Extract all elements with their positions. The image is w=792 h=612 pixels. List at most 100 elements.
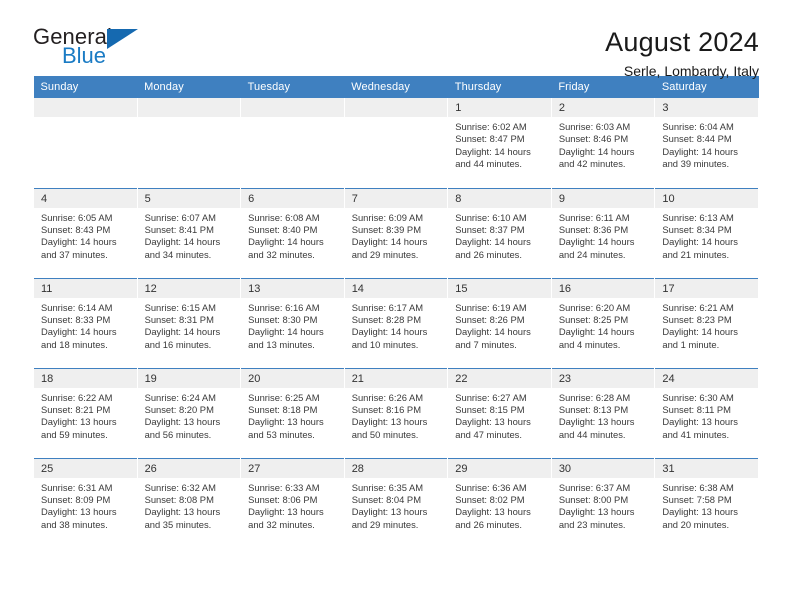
calendar-day-cell[interactable]: 7 Sunrise: 6:09 AM Sunset: 8:39 PM Daylight… <box>343 187 449 278</box>
daylight-text: Daylight: 13 hours and 41 minutes. <box>662 416 738 440</box>
sunset-text: Sunset: 8:26 PM <box>455 313 525 325</box>
day-number: 13 <box>241 278 344 298</box>
calendar-day-cell[interactable]: 6 Sunrise: 6:08 AM Sunset: 8:40 PM Daylight… <box>240 187 345 278</box>
day-number <box>34 98 137 117</box>
day-number: 15 <box>448 278 551 298</box>
calendar-day-cell[interactable]: 18 Sunrise: 6:22 AM Sunset: 8:21 PM Dayligh… <box>33 367 138 458</box>
day-number: 3 <box>655 98 758 117</box>
day-details: Sunrise: 6:04 AM Sunset: 8:44 PM Daylight:… <box>655 117 758 171</box>
day-details: Sunrise: 6:05 AM Sunset: 8:43 PM Daylight:… <box>34 208 137 262</box>
day-details: Sunrise: 6:20 AM Sunset: 8:25 PM Daylight:… <box>552 298 655 352</box>
title-block: August 2024 Serle, Lombardy, Italy <box>605 26 759 79</box>
day-number: 11 <box>34 278 137 298</box>
daylight-text: Daylight: 13 hours and 26 minutes. <box>455 506 531 530</box>
calendar-day-cell[interactable]: 15 Sunrise: 6:19 AM Sunset: 8:26 PM Dayligh… <box>447 277 552 368</box>
sunrise-text: Sunrise: 6:27 AM <box>455 391 527 403</box>
calendar-week-row: 11 Sunrise: 6:14 AM Sunset: 8:33 PM Dayligh… <box>33 277 759 368</box>
calendar-day-cell[interactable]: 12 Sunrise: 6:15 AM Sunset: 8:31 PM Dayligh… <box>136 277 242 368</box>
sunset-text: Sunset: 8:33 PM <box>41 313 111 325</box>
calendar-day-cell[interactable]: 29 Sunrise: 6:36 AM Sunset: 8:02 PM Dayligh… <box>447 457 552 548</box>
calendar-cell-empty <box>240 98 345 188</box>
day-details: Sunrise: 6:08 AM Sunset: 8:40 PM Daylight:… <box>241 208 344 262</box>
calendar-day-cell[interactable]: 2 Sunrise: 6:03 AM Sunset: 8:46 PM Daylight… <box>550 98 656 188</box>
day-number <box>241 98 344 117</box>
sunset-text: Sunset: 8:16 PM <box>351 403 421 415</box>
calendar-day-cell[interactable]: 26 Sunrise: 6:32 AM Sunset: 8:08 PM Dayligh… <box>136 457 242 548</box>
calendar-day-cell[interactable]: 19 Sunrise: 6:24 AM Sunset: 8:20 PM Dayligh… <box>136 367 242 458</box>
day-number: 27 <box>241 458 344 478</box>
sunset-text: Sunset: 8:34 PM <box>662 223 732 235</box>
day-number <box>344 98 448 117</box>
sunrise-text: Sunrise: 6:28 AM <box>558 391 631 403</box>
calendar-day-cell[interactable]: 25 Sunrise: 6:31 AM Sunset: 8:09 PM Dayligh… <box>33 457 138 548</box>
sunset-text: Sunset: 8:40 PM <box>248 223 318 235</box>
daylight-text: Daylight: 13 hours and 44 minutes. <box>558 416 635 440</box>
day-details: Sunrise: 6:24 AM Sunset: 8:20 PM Daylight:… <box>138 388 241 442</box>
daylight-text: Daylight: 14 hours and 7 minutes. <box>455 326 531 350</box>
daylight-text: Daylight: 14 hours and 10 minutes. <box>351 326 428 350</box>
sunrise-text: Sunrise: 6:20 AM <box>558 301 631 313</box>
daylight-text: Daylight: 13 hours and 32 minutes. <box>248 506 324 530</box>
sunrise-text: Sunrise: 6:31 AM <box>41 481 113 493</box>
calendar-day-cell[interactable]: 20 Sunrise: 6:25 AM Sunset: 8:18 PM Dayligh… <box>240 367 345 458</box>
calendar-day-cell[interactable]: 28 Sunrise: 6:35 AM Sunset: 8:04 PM Dayligh… <box>343 457 449 548</box>
calendar-day-cell[interactable]: 22 Sunrise: 6:27 AM Sunset: 8:15 PM Dayligh… <box>447 367 552 458</box>
daylight-text: Daylight: 14 hours and 32 minutes. <box>248 236 324 260</box>
calendar-week-row: 18 Sunrise: 6:22 AM Sunset: 8:21 PM Dayligh… <box>33 367 759 458</box>
sunrise-text: Sunrise: 6:07 AM <box>144 211 216 223</box>
calendar-day-cell[interactable]: 3 Sunrise: 6:04 AM Sunset: 8:44 PM Daylight… <box>654 98 759 188</box>
calendar-day-cell[interactable]: 27 Sunrise: 6:33 AM Sunset: 8:06 PM Dayligh… <box>240 457 345 548</box>
calendar-week-row: 4 Sunrise: 6:05 AM Sunset: 8:43 PM Daylight… <box>33 187 759 278</box>
day-details: Sunrise: 6:02 AM Sunset: 8:47 PM Daylight:… <box>448 117 551 171</box>
calendar-day-cell[interactable]: 14 Sunrise: 6:17 AM Sunset: 8:28 PM Dayligh… <box>343 277 449 368</box>
day-number: 14 <box>344 278 448 298</box>
weekday-header-thursday: Thursday <box>447 76 552 98</box>
daylight-text: Daylight: 14 hours and 26 minutes. <box>455 236 531 260</box>
sunrise-text: Sunrise: 6:10 AM <box>455 211 527 223</box>
calendar-page: General Blue August 2024 Serle, Lombardy… <box>0 0 792 612</box>
day-details: Sunrise: 6:07 AM Sunset: 8:41 PM Daylight:… <box>138 208 241 262</box>
calendar-day-cell[interactable]: 17 Sunrise: 6:21 AM Sunset: 8:23 PM Dayligh… <box>654 277 759 368</box>
calendar-day-cell[interactable]: 10 Sunrise: 6:13 AM Sunset: 8:34 PM Dayligh… <box>654 187 759 278</box>
calendar-day-cell[interactable]: 11 Sunrise: 6:14 AM Sunset: 8:33 PM Dayligh… <box>33 277 138 368</box>
calendar-day-cell[interactable]: 8 Sunrise: 6:10 AM Sunset: 8:37 PM Daylight… <box>447 187 552 278</box>
daylight-text: Daylight: 13 hours and 38 minutes. <box>41 506 117 530</box>
calendar-day-cell[interactable]: 5 Sunrise: 6:07 AM Sunset: 8:41 PM Daylight… <box>136 187 242 278</box>
triangle-icon <box>107 29 138 49</box>
daylight-text: Daylight: 14 hours and 4 minutes. <box>558 326 635 350</box>
daylight-text: Daylight: 14 hours and 21 minutes. <box>662 236 738 260</box>
calendar-week-row: 1 Sunrise: 6:02 AM Sunset: 8:47 PM Daylight… <box>33 98 759 188</box>
weekday-header-saturday: Saturday <box>654 76 759 98</box>
calendar-day-cell[interactable]: 1 Sunrise: 6:02 AM Sunset: 8:47 PM Daylight… <box>447 98 552 188</box>
day-details: Sunrise: 6:21 AM Sunset: 8:23 PM Daylight:… <box>655 298 758 352</box>
calendar-day-cell[interactable]: 24 Sunrise: 6:30 AM Sunset: 8:11 PM Dayligh… <box>654 367 759 458</box>
daylight-text: Daylight: 13 hours and 47 minutes. <box>455 416 531 440</box>
day-number: 21 <box>344 368 448 388</box>
day-number: 6 <box>241 188 344 208</box>
calendar-day-cell[interactable]: 4 Sunrise: 6:05 AM Sunset: 8:43 PM Daylight… <box>33 187 138 278</box>
calendar-day-cell[interactable]: 13 Sunrise: 6:16 AM Sunset: 8:30 PM Dayligh… <box>240 277 345 368</box>
brand-logo[interactable]: General Blue <box>33 26 151 74</box>
day-number: 20 <box>241 368 344 388</box>
sunset-text: Sunset: 8:25 PM <box>558 313 629 325</box>
day-details: Sunrise: 6:17 AM Sunset: 8:28 PM Daylight:… <box>345 298 448 352</box>
day-details: Sunrise: 6:03 AM Sunset: 8:46 PM Daylight:… <box>552 117 655 171</box>
day-details: Sunrise: 6:19 AM Sunset: 8:26 PM Daylight:… <box>448 298 551 352</box>
weekday-header-monday: Monday <box>137 76 241 98</box>
sunset-text: Sunset: 8:00 PM <box>558 493 629 505</box>
page-title: August 2024 <box>605 27 759 57</box>
sunset-text: Sunset: 8:08 PM <box>144 493 214 505</box>
calendar-day-cell[interactable]: 16 Sunrise: 6:20 AM Sunset: 8:25 PM Dayligh… <box>550 277 656 368</box>
day-number: 9 <box>551 188 655 208</box>
daylight-text: Daylight: 14 hours and 44 minutes. <box>455 145 531 170</box>
daylight-text: Daylight: 14 hours and 37 minutes. <box>41 236 117 260</box>
calendar-cell-empty <box>136 98 242 188</box>
day-details: Sunrise: 6:13 AM Sunset: 8:34 PM Daylight:… <box>655 208 758 262</box>
calendar-day-cell[interactable]: 9 Sunrise: 6:11 AM Sunset: 8:36 PM Daylight… <box>550 187 656 278</box>
calendar-day-cell[interactable]: 23 Sunrise: 6:28 AM Sunset: 8:13 PM Dayligh… <box>550 367 656 458</box>
sunrise-text: Sunrise: 6:08 AM <box>248 211 320 223</box>
calendar-day-cell[interactable]: 30 Sunrise: 6:37 AM Sunset: 8:00 PM Dayligh… <box>550 457 656 548</box>
calendar-day-cell[interactable]: 21 Sunrise: 6:26 AM Sunset: 8:16 PM Dayligh… <box>343 367 449 458</box>
calendar-day-cell[interactable]: 31 Sunrise: 6:38 AM Sunset: 7:58 PM Dayligh… <box>654 457 759 548</box>
daylight-text: Daylight: 13 hours and 35 minutes. <box>144 506 221 530</box>
